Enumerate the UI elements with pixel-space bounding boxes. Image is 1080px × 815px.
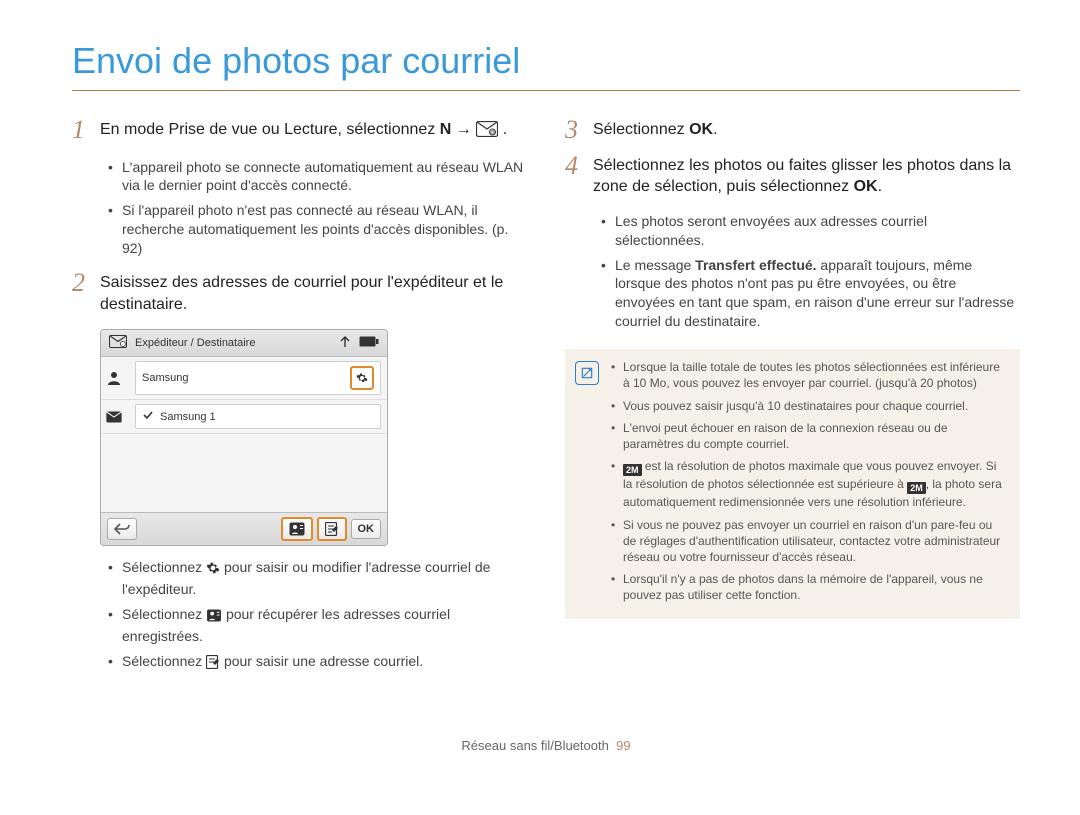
text: pour saisir une adresse courriel. — [224, 653, 423, 669]
step1-bullets: L'appareil photo se connecte automatique… — [108, 158, 527, 258]
camera-body: Samsung — [101, 357, 387, 512]
ok-bold: OK — [689, 121, 713, 138]
note-item: Lorsque la taille totale de toutes les p… — [611, 359, 1006, 391]
from-row: Samsung — [101, 357, 387, 400]
gear-button[interactable] — [350, 366, 374, 390]
step-2: 2 Saisissez des adresses de courriel pou… — [72, 272, 527, 315]
page-footer: Réseau sans fil/Bluetooth 99 — [72, 738, 1020, 753]
bullet: Le message Transfert effectué. apparaît … — [601, 256, 1020, 332]
text: . — [713, 121, 717, 138]
step-text: Sélectionnez les photos ou faites glisse… — [593, 157, 1011, 196]
header-label: Expéditeur / Destinataire — [135, 337, 255, 349]
step2-subbullets: Sélectionnez pour saisir ou modifier l'a… — [108, 558, 527, 673]
arrow-text: → — [456, 121, 476, 138]
resolution-2m-icon: 2M — [907, 482, 926, 494]
step-text: Sélectionnez OK. — [593, 121, 718, 138]
text: Sélectionnez — [122, 559, 206, 575]
gear-icon — [206, 561, 220, 580]
bullet: Les photos seront envoyées aux adresses … — [601, 212, 1020, 250]
person-icon — [101, 364, 127, 392]
step-text: Saisissez des adresses de courriel pour … — [100, 274, 503, 313]
to-row: Samsung 1 — [101, 400, 387, 434]
from-value: Samsung — [142, 372, 188, 384]
note-item: Si vous ne pouvez pas envoyer un courrie… — [611, 517, 1006, 566]
step-number: 2 — [72, 268, 85, 298]
step4-bullets: Les photos seront envoyées aux adresses … — [601, 212, 1020, 331]
step1-period: . — [503, 121, 507, 138]
battery-icon — [359, 336, 379, 350]
text: Sélectionnez — [122, 653, 206, 669]
page-title: Envoi de photos par courriel — [72, 40, 1020, 91]
signal-icon — [339, 336, 351, 351]
to-field[interactable]: Samsung 1 — [135, 404, 381, 429]
text: Sélectionnez — [122, 606, 206, 622]
ok-bold: OK — [854, 178, 878, 195]
right-column: 3 Sélectionnez OK. 4 Sélectionnez les ph… — [565, 119, 1020, 688]
bold-text: Transfert effectué. — [695, 257, 816, 273]
step1-bullet: L'appareil photo se connecte automatique… — [108, 158, 527, 196]
subbullet: Sélectionnez pour saisir une adresse cou… — [108, 652, 527, 674]
camera-footer: OK — [101, 512, 387, 545]
camera-ui-screenshot: Expéditeur / Destinataire — [100, 329, 388, 546]
svg-text:@: @ — [490, 130, 495, 136]
step-4: 4 Sélectionnez les photos ou faites glis… — [565, 155, 1020, 198]
note-icon — [575, 361, 599, 385]
step-number: 1 — [72, 115, 85, 145]
compose-icon — [206, 655, 220, 674]
note-item: L'envoi peut échouer en raison de la con… — [611, 420, 1006, 452]
text: Le message — [615, 257, 695, 273]
camera-header: Expéditeur / Destinataire — [101, 330, 387, 357]
compose-button[interactable] — [317, 517, 347, 541]
step-text: En mode Prise de vue ou Lecture, sélecti… — [100, 121, 507, 138]
note-item: 2M est la résolution de photos maximale … — [611, 458, 1006, 510]
step-3: 3 Sélectionnez OK. — [565, 119, 1020, 141]
ok-button[interactable]: OK — [351, 519, 382, 539]
to-value: Samsung 1 — [160, 411, 216, 423]
note-item: Lorsqu'il n'y a pas de photos dans la mé… — [611, 571, 1006, 603]
checkmark-icon — [142, 409, 154, 424]
envelope-icon — [101, 405, 127, 429]
camera-blank-area — [101, 434, 387, 512]
email-at-icon: @ — [476, 121, 498, 144]
subbullet: Sélectionnez pour saisir ou modifier l'a… — [108, 558, 527, 599]
text: Sélectionnez — [593, 121, 689, 138]
mode-symbol: N — [440, 121, 452, 138]
step1-text-1: En mode Prise de vue ou Lecture, sélecti… — [100, 121, 440, 138]
subbullet: Sélectionnez pour récupérer les adresses… — [108, 605, 527, 646]
manual-page: Envoi de photos par courriel 1 En mode P… — [0, 0, 1080, 773]
back-button[interactable] — [107, 518, 137, 540]
resolution-2m-icon: 2M — [623, 464, 642, 476]
ok-label: OK — [358, 523, 375, 535]
step-number: 3 — [565, 115, 578, 145]
note-box: Lorsque la taille totale de toutes les p… — [565, 349, 1020, 619]
content-columns: 1 En mode Prise de vue ou Lecture, sélec… — [72, 119, 1020, 688]
email-at-icon — [109, 335, 127, 351]
step-number: 4 — [565, 151, 578, 181]
from-field[interactable]: Samsung — [135, 361, 381, 395]
addressbook-button[interactable] — [281, 517, 313, 541]
left-column: 1 En mode Prise de vue ou Lecture, sélec… — [72, 119, 527, 688]
text: Sélectionnez les photos ou faites glisse… — [593, 157, 1011, 196]
section-name: Réseau sans fil/Bluetooth — [461, 738, 608, 753]
addressbook-icon — [206, 608, 222, 627]
text: . — [878, 178, 882, 195]
step-1: 1 En mode Prise de vue ou Lecture, sélec… — [72, 119, 527, 144]
note-item: Vous pouvez saisir jusqu'à 10 destinatai… — [611, 398, 1006, 414]
step1-bullet: Si l'appareil photo n'est pas connecté a… — [108, 201, 527, 258]
page-number: 99 — [616, 738, 630, 753]
